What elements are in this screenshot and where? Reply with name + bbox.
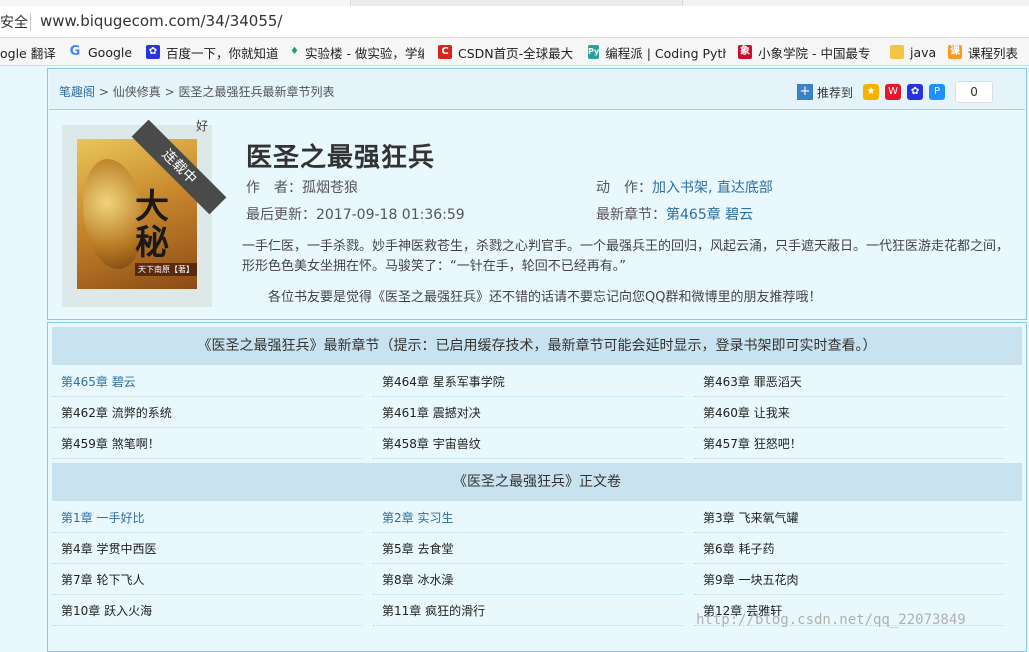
bookmark-translate[interactable]: ogle 翻译 [0,43,58,61]
chapter-link[interactable]: 第460章 让我来 [694,398,1004,428]
share-toolbar: + 推荐到 ★ W ✿ P 0 [797,81,994,103]
bookmark-baidu[interactable]: ✿ 百度一下，你就知道 [146,43,280,61]
bookmark-courses[interactable]: 课课程列表 [948,43,1028,61]
chapter-link[interactable]: 第1章 一手好比 [52,503,362,533]
address-bar[interactable]: 安全 www.biqugecom.com/34/34055/ [0,6,1029,38]
chapter-link[interactable]: 第11章 疯狂的滑行 [373,596,683,626]
chapter-link[interactable]: 第463章 罪恶滔天 [694,367,1004,397]
book-intro: 一手仁医，一手杀戮。妙手神医救苍生，杀戮之心判官手。一个最强兵王的回归，风起云涌… [242,239,1010,274]
chapter-link[interactable]: 第6章 耗子药 [694,534,1004,564]
chapter-link[interactable]: 第4章 学贯中西医 [52,534,362,564]
bookmark-label: ogle 翻译 [0,45,56,61]
bookmark-label: 百度一下，你就知道 [166,45,279,61]
chapter-list-box: 《医圣之最强狂兵》最新章节（提示：已启用缓存技术，最新章节可能会延时显示，登录书… [47,322,1027,652]
breadcrumb-category-link[interactable]: 仙侠修真 [113,85,161,99]
breadcrumb-bar: 笔趣阁 > 仙侠修真 > 医圣之最强狂兵最新章节列表 + 推荐到 ★ W ✿ P… [49,70,1025,110]
chapter-link[interactable]: 第7章 轮下飞人 [52,565,362,595]
action-label: 动 作： [596,180,652,196]
updated-line: 最后更新：2017-09-18 01:36:59 [246,204,465,224]
bookmark-label: CSDN首页-全球最大 [458,45,574,61]
cover-author-badge: 天下南原【著】 [135,263,197,276]
qzone-icon[interactable]: ★ [863,84,880,100]
main-volume-heading: 《医圣之最强狂兵》正文卷 [52,463,1022,501]
latest-chapters-heading: 《医圣之最强狂兵》最新章节（提示：已启用缓存技术，最新章节可能会延时显示，登录书… [52,327,1022,365]
action-comma: , [708,180,717,196]
chapter-link[interactable]: 第10章 跃入火海 [52,596,362,626]
breadcrumb-separator: > [98,85,109,99]
book-cover-frame: 大 秘 书 天下南原【著】 连载中 [62,119,227,307]
share-plus-icon[interactable]: + [797,84,813,100]
chapter-link[interactable]: 第5章 去食堂 [373,534,683,564]
course-icon: 课 [948,45,962,59]
bookmark-label: Google [88,44,133,60]
breadcrumb-current: 医圣之最强狂兵最新章节列表 [178,85,335,99]
breadcrumb-home-link[interactable]: 笔趣阁 [59,85,95,99]
bookmark-label: 课程列表 [968,45,1019,61]
share-label[interactable]: 推荐到 [817,84,853,101]
bookmark-label: java [910,44,937,60]
xiaoxiang-icon: 象 [738,45,752,59]
bookmarks-bar: ogle 翻译 G Google ✿ 百度一下，你就知道 ♦ 实验楼 - 做实验，学编… [0,38,1029,66]
updated-time: 2017-09-18 01:36:59 [316,207,465,223]
chapter-link[interactable]: 第9章 一块五花肉 [694,565,1004,595]
latest-line: 最新章节：第465章 碧云 [596,204,753,224]
tieba-icon[interactable]: P [929,84,946,100]
chapter-link[interactable]: 第2章 实习生 [373,503,683,533]
folder-icon [890,45,904,59]
share-count: 0 [955,81,994,103]
bookmark-label: 编程派 | Coding Pyth [605,45,726,61]
cover-title-char: 秘 [135,223,169,263]
breadcrumb-separator: > [164,85,175,99]
address-separator [30,13,31,31]
bookmark-java[interactable]: java [890,43,940,61]
breadcrumb: 笔趣阁 > 仙侠修真 > 医圣之最强狂兵最新章节列表 [59,83,334,100]
bookmark-csdn[interactable]: C CSDN首页-全球最大 [438,43,574,61]
go-bottom-link[interactable]: 直达底部 [717,180,773,196]
csdn-icon: C [438,45,452,59]
author-name: 孤烟苍狼 [302,180,358,196]
cover-dragon-art [83,159,143,269]
security-label[interactable]: 安全 [0,12,28,32]
chapter-link[interactable]: 第8章 冰水澡 [373,565,683,595]
book-title: 医圣之最强狂兵 [246,143,436,173]
chapter-link[interactable]: 第461章 震撼对决 [373,398,683,428]
baidu-paw-icon[interactable]: ✿ [907,84,924,100]
add-shelf-link[interactable]: 加入书架 [652,180,708,196]
bookmark-xiaoxiang[interactable]: 象小象学院 - 中国最专 [738,43,878,61]
google-icon: G [69,44,81,59]
latest-chapter-link[interactable]: 第465章 碧云 [666,207,753,223]
csdn-watermark: http://blog.csdn.net/qq_22073849 [696,612,966,628]
weibo-icon[interactable]: W [885,84,902,100]
action-line: 动 作：加入书架, 直达底部 [596,177,773,197]
chapter-link[interactable]: 第465章 碧云 [52,367,362,397]
url-text[interactable]: www.biqugecom.com/34/34055/ [40,12,282,30]
book-info-box: 笔趣阁 > 仙侠修真 > 医圣之最强狂兵最新章节列表 + 推荐到 ★ W ✿ P… [47,68,1027,320]
python-icon: Py [588,45,600,59]
updated-label: 最后更新： [246,207,316,223]
chapter-link[interactable]: 第458章 宇宙兽纹 [373,429,683,459]
author-line: 作 者：孤烟苍狼 [246,177,358,197]
bookmark-label: 实验楼 - 做实验，学编 [304,45,424,61]
chapter-link[interactable]: 第459章 煞笔啊！ [52,429,362,459]
cover-caption: 好 [196,119,209,133]
chapter-link[interactable]: 第457章 狂怒吧！ [694,429,1004,459]
chapter-link[interactable]: 第3章 飞来氧气罐 [694,503,1004,533]
bookmark-google[interactable]: G Google [68,43,138,61]
baidu-icon: ✿ [146,45,160,59]
author-label: 作 者： [246,180,302,196]
share-promo-text: 各位书友要是觉得《医圣之最强狂兵》还不错的话请不要忘记向您QQ群和微博里的朋友推… [268,290,822,305]
chapter-link[interactable]: 第462章 流弊的系统 [52,398,362,428]
bookmark-label: 小象学院 - 中国最专 [758,45,871,61]
chapter-link[interactable]: 第464章 星系军事学院 [373,367,683,397]
bookmark-shiyanlou[interactable]: ♦ 实验楼 - 做实验，学编 [290,43,424,61]
shiyanlou-icon: ♦ [290,46,299,57]
bookmark-python[interactable]: Py 编程派 | Coding Pyth [588,43,726,61]
latest-label: 最新章节： [596,207,666,223]
